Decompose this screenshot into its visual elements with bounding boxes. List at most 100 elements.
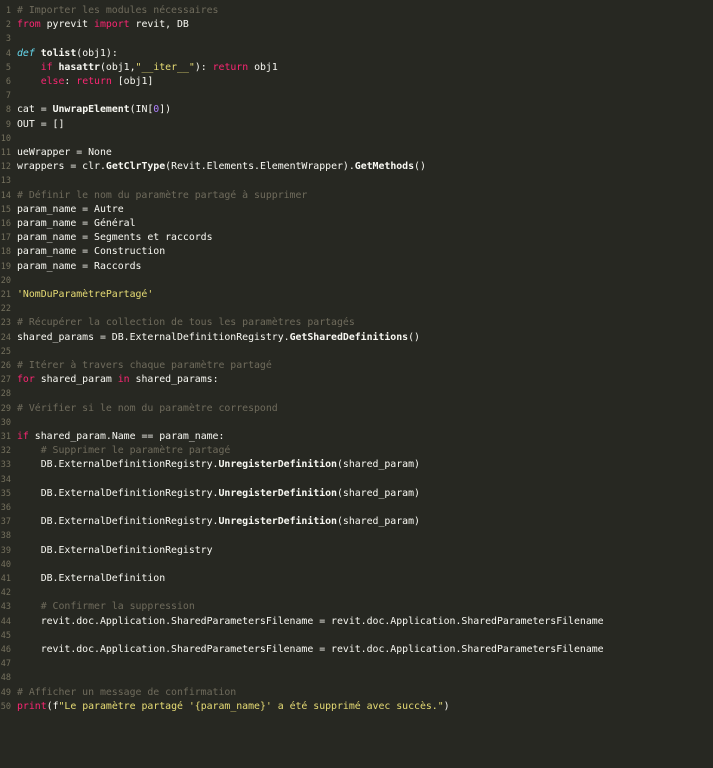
code-token: (shared_param) bbox=[336, 516, 420, 528]
code-text: from pyrevit import revit, DB bbox=[17, 18, 189, 32]
code-token: if bbox=[17, 431, 29, 442]
code-token: DB.ExternalDefinitionRegistry. bbox=[17, 487, 219, 499]
code-line[interactable]: 7 bbox=[0, 89, 713, 103]
code-line[interactable]: 1 # Importer les modules nécessaires bbox=[0, 4, 713, 18]
code-line[interactable]: 2 from pyrevit import revit, DB bbox=[0, 18, 713, 32]
code-line[interactable]: 44 revit.doc.Application.SharedParameter… bbox=[0, 615, 713, 629]
code-line[interactable]: 35 DB.ExternalDefinitionRegistry.Unregis… bbox=[0, 487, 713, 501]
code-line[interactable]: 14 # Définir le nom du paramètre partagé … bbox=[0, 189, 713, 203]
code-line[interactable]: 47 bbox=[0, 657, 713, 671]
code-text: param_name = Construction bbox=[17, 245, 165, 259]
line-number: 39 bbox=[0, 545, 11, 556]
line-number: 13 bbox=[0, 176, 11, 187]
code-line[interactable]: 9 OUT = [] bbox=[0, 118, 713, 132]
code-line[interactable]: 13 bbox=[0, 174, 713, 188]
code-line[interactable]: 48 bbox=[0, 671, 713, 685]
code-line[interactable]: 39 DB.ExternalDefinitionRegistry bbox=[0, 544, 713, 558]
code-line[interactable]: 45 bbox=[0, 629, 713, 643]
code-token: DB.ExternalDefinitionRegistry bbox=[17, 544, 213, 556]
code-text: shared_params = DB.ExternalDefinitionReg… bbox=[17, 331, 420, 345]
code-token: param_name = Raccords bbox=[17, 260, 142, 272]
code-text: DB.ExternalDefinitionRegistry.Unregister… bbox=[17, 515, 420, 529]
code-token: UnregisterDefinition bbox=[218, 459, 337, 471]
line-number: 15 bbox=[0, 204, 11, 215]
code-token: (obj1): bbox=[76, 47, 118, 59]
code-line[interactable]: 24 shared_params = DB.ExternalDefinitionR… bbox=[0, 331, 713, 345]
code-line[interactable]: 17 param_name = Segments et raccords bbox=[0, 231, 713, 245]
code-line[interactable]: 25 bbox=[0, 345, 713, 359]
code-token: in bbox=[117, 374, 130, 386]
code-text: DB.ExternalDefinitionRegistry.Unregister… bbox=[17, 458, 420, 472]
code-token: tolist bbox=[40, 47, 77, 59]
code-line[interactable]: 38 bbox=[0, 529, 713, 543]
code-line[interactable]: 4 def tolist(obj1): bbox=[0, 47, 713, 61]
code-line[interactable]: 27 for shared_param in shared_params: bbox=[0, 373, 713, 387]
code-line[interactable]: 21 'NomDuParamètrePartagé' bbox=[0, 288, 713, 302]
code-token: if bbox=[40, 61, 53, 73]
code-line[interactable]: 40 bbox=[0, 558, 713, 572]
code-token: # Itérer à travers chaque paramètre part… bbox=[17, 360, 272, 371]
code-line[interactable]: 26 # Itérer à travers chaque paramètre pa… bbox=[0, 359, 713, 373]
code-token: GetSharedDefinitions bbox=[289, 331, 409, 343]
code-line[interactable]: 41 DB.ExternalDefinition bbox=[0, 572, 713, 586]
code-editor[interactable]: 1 # Importer les modules nécessaires 2 from… bbox=[0, 0, 713, 768]
code-text: param_name = Autre bbox=[17, 203, 124, 217]
code-line[interactable]: 46 revit.doc.Application.SharedParameter… bbox=[0, 643, 713, 657]
line-number: 10 bbox=[0, 133, 11, 144]
code-line[interactable]: 18 param_name = Construction bbox=[0, 245, 713, 259]
line-number: 24 bbox=[0, 332, 11, 343]
code-line[interactable]: 6 else: return [obj1] bbox=[0, 75, 713, 89]
code-line[interactable]: 19 param_name = Raccords bbox=[0, 260, 713, 274]
code-text: DB.ExternalDefinitionRegistry.Unregister… bbox=[17, 487, 420, 501]
code-line[interactable]: 43 # Confirmer la suppression bbox=[0, 600, 713, 614]
code-text: # Supprimer le paramètre partagé bbox=[17, 444, 231, 458]
code-line[interactable]: 5 if hasattr(obj1,"__iter__"): return ob… bbox=[0, 61, 713, 75]
code-line[interactable]: 11 ueWrapper = None bbox=[0, 146, 713, 160]
code-token: shared_params = DB.ExternalDefinitionReg… bbox=[17, 331, 290, 343]
code-token: wrappers = clr. bbox=[17, 161, 106, 173]
code-line[interactable]: 50 print(f"Le paramètre partagé '{param_n… bbox=[0, 700, 713, 714]
code-text: cat = UnwrapElement(IN[0]) bbox=[17, 103, 171, 117]
code-line[interactable]: 33 DB.ExternalDefinitionRegistry.Unregis… bbox=[0, 458, 713, 472]
code-token: # Vérifier si le nom du paramètre corres… bbox=[17, 402, 278, 414]
code-line[interactable]: 28 bbox=[0, 387, 713, 401]
code-token: DB.ExternalDefinitionRegistry. bbox=[17, 516, 219, 528]
line-number: 41 bbox=[0, 574, 11, 584]
code-token: revit, DB bbox=[129, 19, 189, 31]
code-line[interactable]: 10 bbox=[0, 132, 713, 146]
code-token: hasattr bbox=[58, 61, 101, 73]
code-line[interactable]: 29 # Vérifier si le nom du paramètre corr… bbox=[0, 402, 713, 416]
code-line[interactable]: 22 bbox=[0, 302, 713, 316]
line-number: 23 bbox=[0, 318, 11, 329]
line-number: 32 bbox=[0, 446, 11, 457]
line-number: 8 bbox=[5, 105, 11, 116]
code-text: # Confirmer la suppression bbox=[17, 600, 195, 614]
code-line[interactable]: 31 if shared_param.Name == param_name: bbox=[0, 430, 713, 444]
code-token: revit.doc.Application.SharedParametersFi… bbox=[17, 615, 604, 627]
code-line[interactable]: 20 bbox=[0, 274, 713, 288]
line-number: 16 bbox=[0, 219, 11, 229]
code-line[interactable]: 42 bbox=[0, 586, 713, 600]
code-line[interactable]: 36 bbox=[0, 501, 713, 515]
code-line[interactable]: 3 bbox=[0, 32, 713, 46]
code-token: for bbox=[17, 374, 35, 386]
code-line[interactable]: 30 bbox=[0, 416, 713, 430]
code-line[interactable]: 37 DB.ExternalDefinitionRegistry.Unregis… bbox=[0, 515, 713, 529]
code-token: print bbox=[17, 700, 47, 712]
code-line[interactable]: 15 param_name = Autre bbox=[0, 203, 713, 217]
code-line[interactable]: 49 # Afficher un message de confirmation bbox=[0, 686, 713, 700]
code-token: UnregisterDefinition bbox=[218, 516, 337, 528]
code-line[interactable]: 8 cat = UnwrapElement(IN[0]) bbox=[0, 103, 713, 117]
code-token: (Revit.Elements.ElementWrapper). bbox=[165, 161, 355, 173]
code-token: GetClrType bbox=[105, 161, 166, 173]
code-line[interactable]: 23 # Récupérer la collection de tous les … bbox=[0, 316, 713, 330]
code-token: (shared_param) bbox=[336, 459, 420, 471]
code-line[interactable]: 34 bbox=[0, 473, 713, 487]
code-text: wrappers = clr.GetClrType(Revit.Elements… bbox=[17, 160, 426, 174]
code-line[interactable]: 16 param_name = Général bbox=[0, 217, 713, 231]
code-text: # Vérifier si le nom du paramètre corres… bbox=[17, 402, 278, 416]
code-line[interactable]: 12 wrappers = clr.GetClrType(Revit.Elemen… bbox=[0, 160, 713, 174]
line-number: 9 bbox=[5, 119, 11, 130]
code-line[interactable]: 32 # Supprimer le paramètre partagé bbox=[0, 444, 713, 458]
